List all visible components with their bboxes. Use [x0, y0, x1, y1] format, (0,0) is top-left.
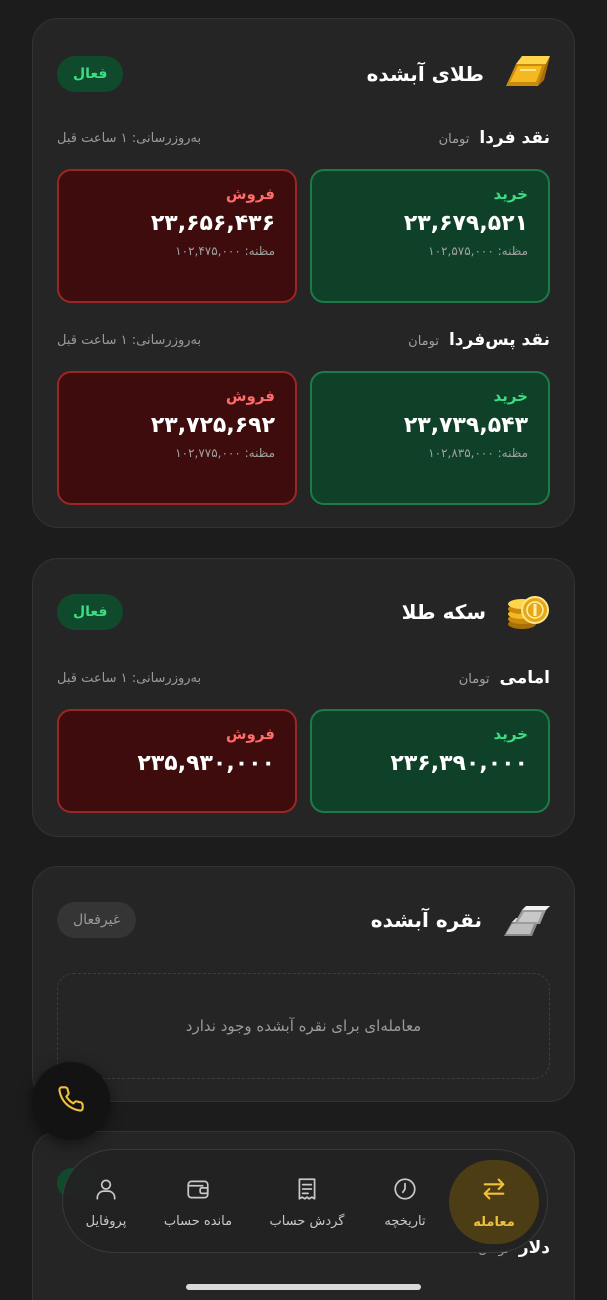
gold-bar-card: فعال طلای آبشده به‌روزرسانی: ۱ ساعت قبل … — [32, 18, 575, 528]
row-name: امامی — [499, 668, 550, 688]
empty-message: معامله‌ای برای نقره آبشده وجود ندارد — [185, 1017, 422, 1035]
update-time: به‌روزرسانی: ۱ ساعت قبل — [57, 332, 202, 348]
row-name: نقد پس‌فردا — [448, 330, 550, 350]
unit-label: تومان — [458, 672, 490, 687]
row-header-emami: به‌روزرسانی: ۱ ساعت قبل تومان امامی — [57, 663, 550, 693]
nav-item-profile[interactable]: پروفایل — [77, 1150, 135, 1254]
sell-mazneh: مظنه: ۱۰۲,۷۷۵,۰۰۰ — [175, 446, 275, 460]
buy-price: ۲۳۶,۳۹۰,۰۰۰ — [390, 751, 528, 776]
buy-price: ۲۳,۶۷۹,۵۲۱ — [403, 211, 528, 236]
call-button[interactable] — [32, 1062, 110, 1140]
gold-bar-title-wrap: طلای آبشده — [367, 52, 550, 96]
receipt-icon — [294, 1176, 320, 1206]
unit-label: تومان — [408, 334, 439, 349]
buy-label: خرید — [493, 387, 528, 405]
buy-label: خرید — [493, 725, 528, 743]
phone-icon — [57, 1085, 85, 1117]
silver-card: غیرفعال نقره آبشده معامله‌ای برای نقره آ… — [32, 866, 575, 1102]
row-name: نقد فردا — [479, 128, 550, 148]
buy-label: خرید — [493, 185, 528, 203]
gold-coin-title-wrap: سکه طلا — [402, 588, 550, 636]
gold-coin-card: فعال سکه طلا به‌روزرسانی: ۱ ساعت قبل توم… — [32, 558, 575, 837]
bottom-navigation: پروفایل مانده حساب گردش حساب تاریخچه معا… — [62, 1149, 548, 1253]
silver-bar-icon — [500, 896, 550, 944]
sell-price-box[interactable]: فروش ۲۳,۷۲۵,۶۹۲ مظنه: ۱۰۲,۷۷۵,۰۰۰ — [57, 371, 297, 505]
unit-label: تومان — [438, 132, 470, 147]
sell-label: فروش — [225, 185, 275, 203]
sell-label: فروش — [225, 725, 275, 743]
nav-item-trade[interactable]: معامله — [449, 1150, 539, 1254]
sell-price-box[interactable]: فروش ۲۳,۶۵۶,۴۳۶ مظنه: ۱۰۲,۴۷۵,۰۰۰ — [57, 169, 297, 303]
empty-state: معامله‌ای برای نقره آبشده وجود ندارد — [57, 973, 550, 1079]
card-title: سکه طلا — [401, 600, 486, 624]
buy-price-box[interactable]: خرید ۲۳,۷۳۹,۵۴۳ مظنه: ۱۰۲,۸۳۵,۰۰۰ — [310, 371, 550, 505]
gold-bar-icon — [502, 52, 550, 96]
row-title: تومان امامی — [459, 668, 550, 688]
update-time: به‌روزرسانی: ۱ ساعت قبل — [57, 670, 202, 686]
nav-item-balance[interactable]: مانده حساب — [155, 1150, 241, 1254]
sell-label: فروش — [225, 387, 275, 405]
gold-coin-card-header: فعال سکه طلا — [57, 589, 550, 635]
clock-icon — [392, 1176, 418, 1206]
update-time: به‌روزرسانی: ۱ ساعت قبل — [57, 130, 202, 146]
status-badge: فعال — [57, 594, 124, 630]
nav-label: گردش حساب — [269, 1213, 345, 1229]
buy-price-box[interactable]: خرید ۲۳۶,۳۹۰,۰۰۰ — [310, 709, 550, 813]
sell-price-box[interactable]: فروش ۲۳۵,۹۳۰,۰۰۰ — [57, 709, 297, 813]
silver-card-header: غیرفعال نقره آبشده — [57, 897, 550, 943]
nav-label: مانده حساب — [163, 1213, 233, 1229]
row-header-naghd-farda: به‌روزرسانی: ۱ ساعت قبل تومان نقد فردا — [57, 123, 550, 153]
buy-price: ۲۳,۷۳۹,۵۴۳ — [403, 413, 528, 438]
nav-label: پروفایل — [85, 1213, 127, 1229]
card-title: طلای آبشده — [366, 62, 484, 86]
nav-item-history[interactable]: تاریخچه — [369, 1150, 441, 1254]
home-indicator — [186, 1284, 421, 1290]
gold-coin-icon — [504, 588, 550, 636]
buy-price-box[interactable]: خرید ۲۳,۶۷۹,۵۲۱ مظنه: ۱۰۲,۵۷۵,۰۰۰ — [310, 169, 550, 303]
status-badge: فعال — [57, 56, 124, 92]
row-header-naghd-pasfarda: به‌روزرسانی: ۱ ساعت قبل تومان نقد پس‌فرد… — [57, 325, 550, 355]
nav-item-statement[interactable]: گردش حساب — [261, 1150, 353, 1254]
wallet-icon — [185, 1176, 211, 1206]
exchange-icon — [480, 1175, 508, 1207]
row-title: تومان نقد فردا — [439, 128, 550, 148]
sell-price: ۲۳,۶۵۶,۴۳۶ — [150, 211, 275, 236]
nav-label: معامله — [473, 1214, 515, 1230]
sell-price: ۲۳۵,۹۳۰,۰۰۰ — [137, 751, 275, 776]
silver-title-wrap: نقره آبشده — [371, 896, 550, 944]
nav-label: تاریخچه — [384, 1213, 426, 1229]
gold-bar-card-header: فعال طلای آبشده — [57, 51, 550, 97]
row-title: تومان نقد پس‌فردا — [408, 330, 550, 350]
sell-mazneh: مظنه: ۱۰۲,۴۷۵,۰۰۰ — [175, 244, 275, 258]
user-icon — [93, 1176, 119, 1206]
buy-mazneh: مظنه: ۱۰۲,۵۷۵,۰۰۰ — [428, 244, 528, 258]
sell-price: ۲۳,۷۲۵,۶۹۲ — [150, 413, 275, 438]
buy-mazneh: مظنه: ۱۰۲,۸۳۵,۰۰۰ — [428, 446, 528, 460]
card-title: نقره آبشده — [370, 908, 482, 932]
status-badge: غیرفعال — [57, 902, 137, 938]
